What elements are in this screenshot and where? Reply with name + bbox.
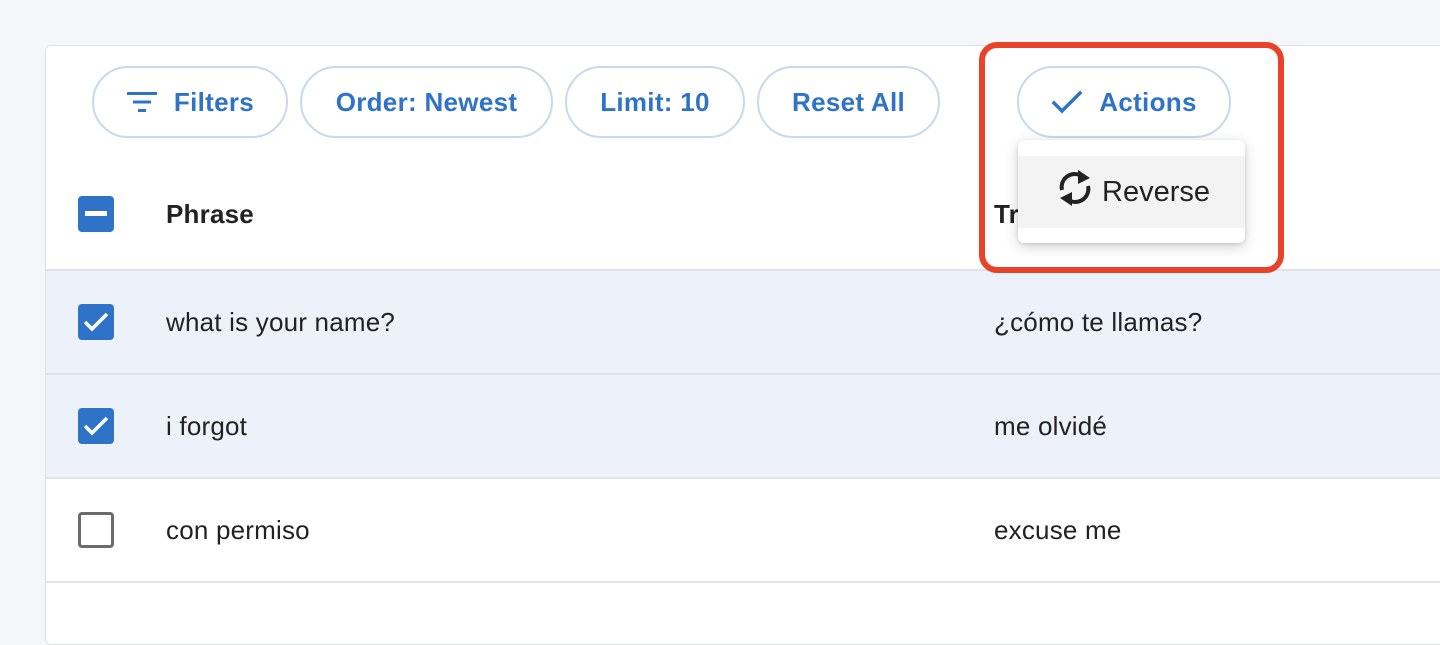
filters-button[interactable]: Filters xyxy=(92,66,288,138)
select-all-checkbox[interactable] xyxy=(78,196,114,232)
menu-item-label: Reverse xyxy=(1102,175,1210,208)
check-icon xyxy=(83,312,109,332)
row-phrase: i forgot xyxy=(166,411,248,441)
table-row[interactable] xyxy=(46,373,1440,477)
column-header-translation[interactable]: Tr xyxy=(994,199,1019,230)
reset-all-label: Reset All xyxy=(792,86,905,117)
sync-icon xyxy=(1056,166,1094,218)
row-translation: ¿cómo te llamas? xyxy=(994,307,1203,337)
filters-label: Filters xyxy=(173,86,255,117)
reset-all-button[interactable]: Reset All xyxy=(757,66,940,138)
minus-icon xyxy=(85,211,107,216)
actions-button[interactable]: Actions xyxy=(1017,66,1231,138)
row-translation: excuse me xyxy=(994,515,1122,545)
filter-icon xyxy=(126,90,158,114)
check-icon xyxy=(83,416,109,436)
order-label: Order: Newest xyxy=(335,86,518,117)
row-phrase: what is your name? xyxy=(166,307,396,337)
check-icon xyxy=(1051,89,1083,115)
column-header-phrase[interactable]: Phrase xyxy=(166,199,254,230)
row-checkbox[interactable] xyxy=(78,512,114,548)
row-checkbox[interactable] xyxy=(78,408,114,444)
order-button[interactable]: Order: Newest xyxy=(300,66,553,138)
limit-label: Limit: 10 xyxy=(600,86,710,117)
limit-button[interactable]: Limit: 10 xyxy=(565,66,745,138)
menu-item-reverse[interactable]: Reverse xyxy=(1018,156,1245,228)
row-checkbox[interactable] xyxy=(78,304,114,340)
actions-menu: Reverse xyxy=(1018,140,1245,243)
row-translation: me olvidé xyxy=(994,411,1108,441)
row-phrase: con permiso xyxy=(166,515,310,545)
actions-label: Actions xyxy=(1099,86,1197,117)
table-row[interactable] xyxy=(46,581,1440,611)
